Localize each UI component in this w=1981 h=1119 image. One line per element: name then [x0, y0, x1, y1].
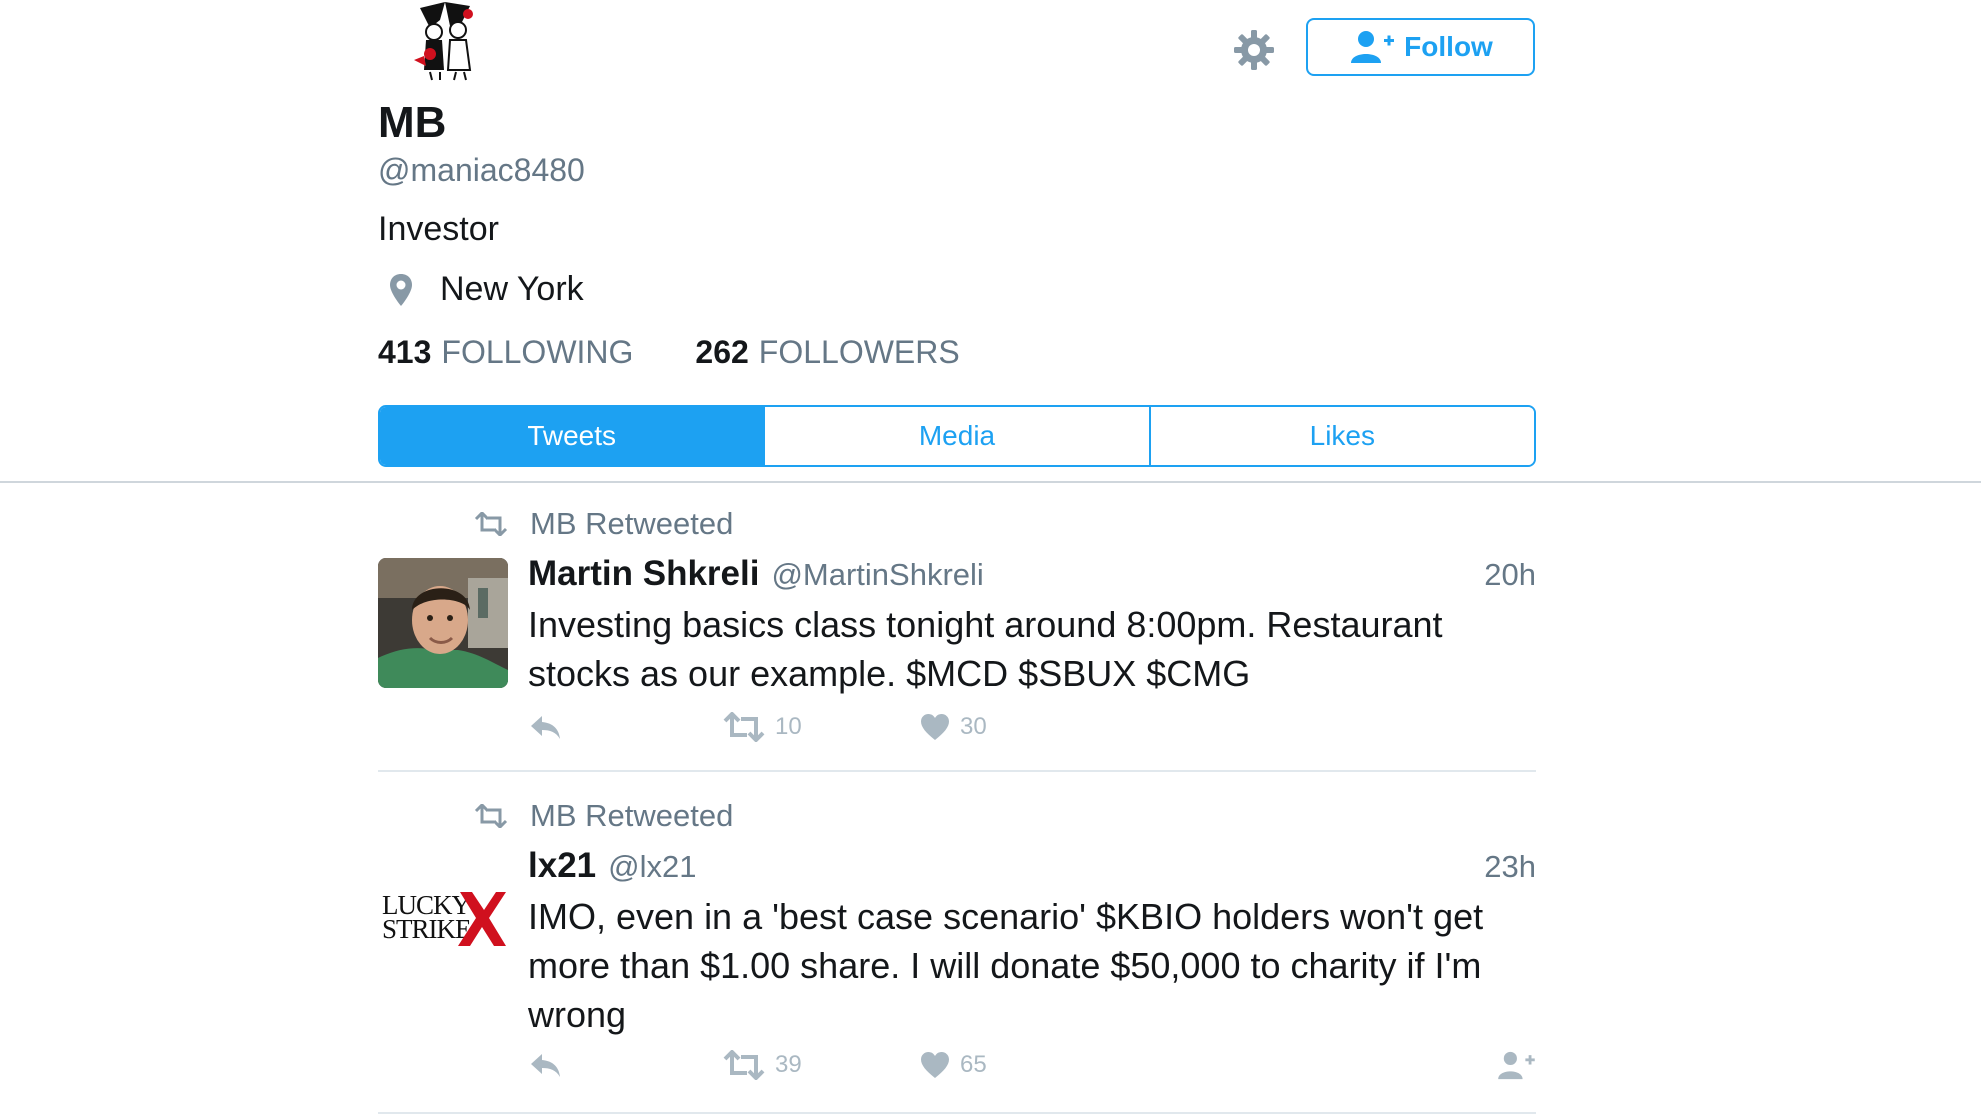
tweet-header: lx21 @lx21 23h: [528, 846, 1536, 886]
profile-name: MB: [378, 98, 447, 147]
retweet-icon: [723, 712, 765, 742]
follow-author-button[interactable]: [1496, 1050, 1536, 1080]
retweet-context: MB Retweeted: [474, 798, 733, 834]
reply-icon: [531, 716, 560, 739]
tweet-author-name[interactable]: lx21: [528, 846, 596, 886]
retweet-count: 39: [775, 1051, 802, 1078]
heart-icon: [921, 714, 949, 740]
tweet-author-handle[interactable]: @lx21: [608, 849, 696, 885]
followers-count: 262: [695, 334, 749, 370]
svg-text:STRIKE: STRIKE: [382, 914, 471, 944]
reply-icon: [531, 1054, 560, 1077]
gear-icon[interactable]: [1232, 28, 1276, 72]
like-count: 30: [960, 713, 987, 740]
retweet-icon: [474, 512, 508, 536]
tweet-author-handle[interactable]: @MartinShkreli: [771, 557, 983, 593]
profile-location: New York: [378, 270, 584, 309]
tweet-header: Martin Shkreli @MartinShkreli 20h: [528, 554, 1536, 594]
like-button[interactable]: 65: [920, 1050, 987, 1080]
retweet-count: 10: [775, 713, 802, 740]
followers-stat[interactable]: 262 FOLLOWERS: [695, 334, 959, 371]
add-user-icon: [1498, 1051, 1535, 1080]
followers-label: FOLLOWERS: [758, 334, 960, 370]
profile-tabs: Tweets Media Likes: [378, 405, 1536, 467]
reply-button[interactable]: [528, 1050, 562, 1080]
retweet-icon: [723, 1050, 765, 1080]
tab-likes[interactable]: Likes: [1148, 407, 1534, 465]
retweet-icon: [474, 804, 508, 828]
location-pin-icon: [390, 273, 412, 306]
tweet-item[interactable]: MB Retweeted LUCKY STRIKE lx21 @lx21 23h…: [378, 792, 1536, 1114]
retweet-context-text: MB Retweeted: [530, 506, 734, 541]
avatar[interactable]: LUCKY STRIKE: [378, 852, 508, 982]
retweet-context-text: MB Retweeted: [530, 798, 734, 833]
tab-tweets[interactable]: Tweets: [380, 407, 764, 465]
follow-label: Follow: [1404, 31, 1493, 62]
retweet-button[interactable]: 10: [723, 712, 802, 742]
heart-icon: [921, 1052, 949, 1078]
reply-button[interactable]: [528, 712, 562, 742]
header-divider: [0, 481, 1981, 483]
tweet-item[interactable]: MB Retweeted Martin Shkreli @MartinShkre…: [378, 500, 1536, 772]
tab-media[interactable]: Media: [763, 407, 1149, 465]
retweet-button[interactable]: 39: [723, 1050, 802, 1080]
following-count: 413: [378, 334, 432, 370]
tweet-divider: [378, 1112, 1536, 1114]
like-button[interactable]: 30: [920, 712, 987, 742]
profile-handle: @maniac8480: [378, 152, 585, 188]
avatar[interactable]: [378, 558, 508, 688]
like-count: 65: [960, 1051, 987, 1078]
following-label: FOLLOWING: [441, 334, 634, 370]
location-text: New York: [440, 270, 584, 308]
tweet-timestamp[interactable]: 23h: [1484, 849, 1536, 885]
profile-bio: Investor: [378, 210, 499, 248]
profile-stats: 413 FOLLOWING 262 FOLLOWERS: [378, 334, 960, 371]
tweet-divider: [378, 770, 1536, 772]
profile-avatar[interactable]: [400, 0, 490, 82]
retweet-context: MB Retweeted: [474, 506, 733, 542]
tweet-timestamp[interactable]: 20h: [1484, 557, 1536, 593]
tweet-actions: 10 30: [528, 712, 1536, 748]
following-stat[interactable]: 413 FOLLOWING: [378, 334, 633, 371]
tweet-actions: 39 65: [528, 1050, 1536, 1086]
follow-button[interactable]: Follow: [1306, 18, 1535, 76]
add-user-icon: [1351, 31, 1395, 63]
tweet-author-name[interactable]: Martin Shkreli: [528, 554, 759, 594]
tweet-text: Investing basics class tonight around 8:…: [528, 604, 1443, 694]
tweet-text: IMO, even in a 'best case scenario' $KBI…: [528, 896, 1484, 1035]
